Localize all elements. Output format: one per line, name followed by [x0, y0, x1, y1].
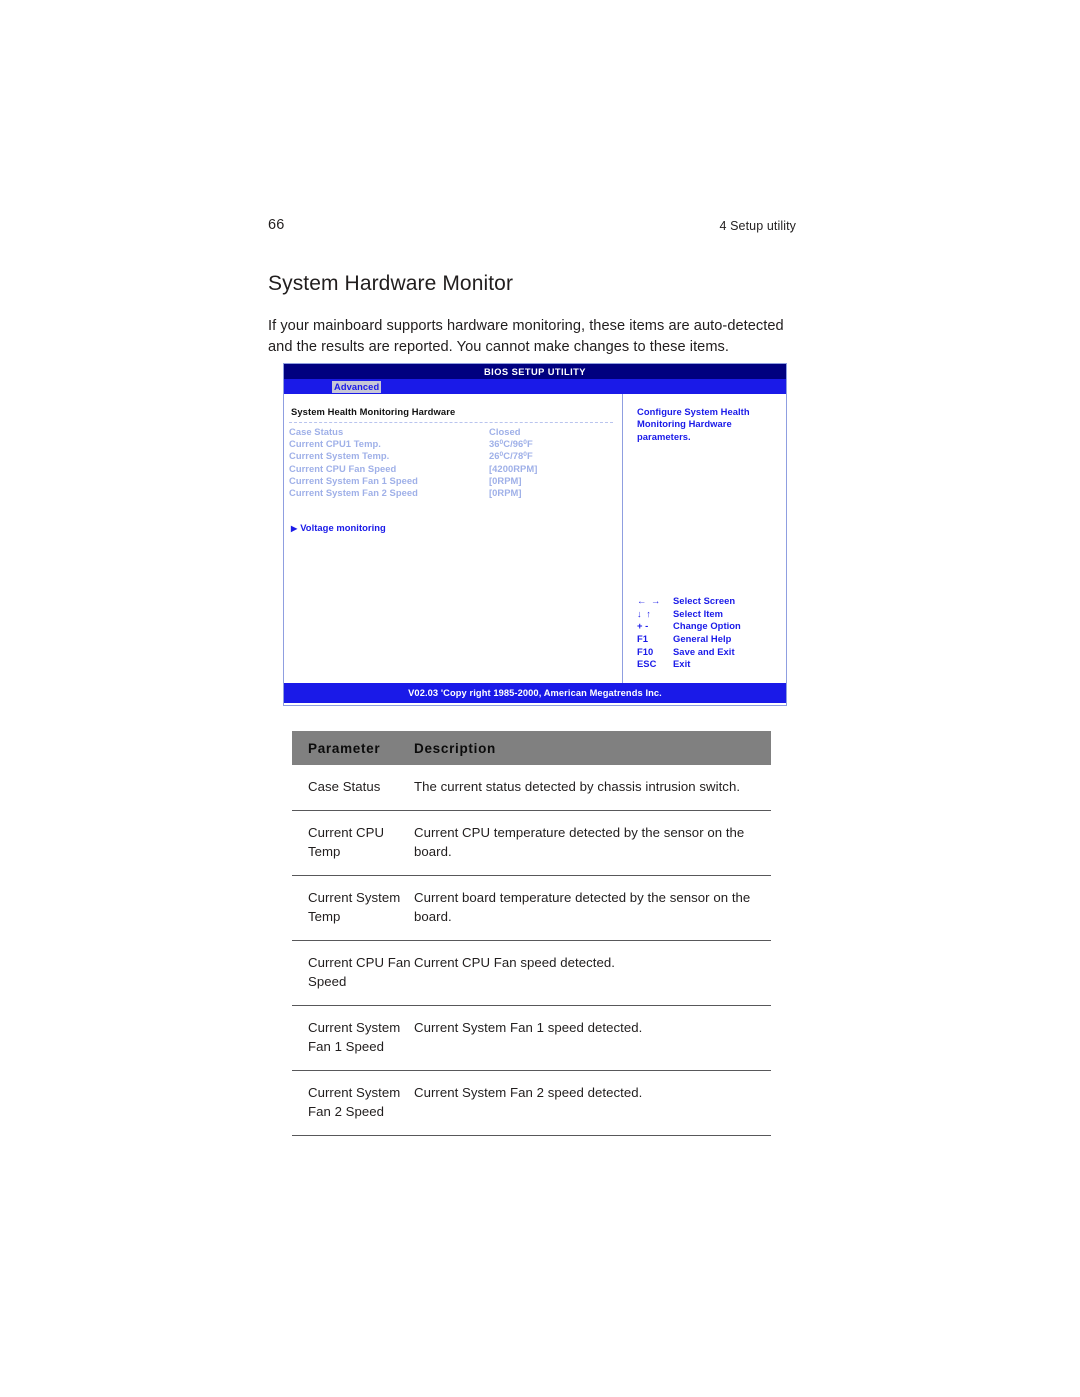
- list-item: Case Status Closed: [289, 426, 622, 438]
- bios-section-heading: System Health Monitoring Hardware: [291, 406, 456, 417]
- table-row: Current CPU Temp Current CPU temperature…: [292, 811, 771, 876]
- bios-item-label: Current System Fan 1 Speed: [289, 474, 418, 486]
- cell-description: Current board temperature detected by th…: [414, 890, 751, 924]
- key-legend-row: F10 Save and Exit: [637, 646, 741, 659]
- cell-parameter: Case Status: [308, 779, 381, 794]
- bios-title: BIOS SETUP UTILITY: [484, 366, 586, 377]
- list-item: Current CPU Fan Speed [4200RPM]: [289, 463, 622, 475]
- bios-item-value: 360C/960F: [489, 438, 533, 450]
- bios-main-pane: System Health Monitoring Hardware Case S…: [284, 394, 622, 683]
- key-legend-action: Save and Exit: [673, 645, 735, 657]
- key-legend-row: ESC Exit: [637, 658, 741, 671]
- bios-help-text: Configure System Health Monitoring Hardw…: [637, 406, 750, 442]
- list-item: Current CPU1 Temp. 360C/960F: [289, 438, 622, 450]
- page-number: 66: [268, 217, 285, 233]
- page-header: 66 4 Setup utility: [268, 217, 796, 237]
- table-row: Current System Fan 2 Speed Current Syste…: [292, 1071, 771, 1136]
- table-row: Current CPU Fan Speed Current CPU Fan sp…: [292, 941, 771, 1006]
- bios-item-value: [0RPM]: [489, 474, 522, 486]
- triangle-right-icon: ▶: [291, 524, 298, 534]
- bios-item-label: Current System Temp.: [289, 450, 390, 462]
- key-legend-row: F1 General Help: [637, 633, 741, 646]
- bios-item-label: Current System Fan 2 Speed: [289, 486, 418, 498]
- table-row: Current System Fan 1 Speed Current Syste…: [292, 1006, 771, 1071]
- list-item: Current System Fan 2 Speed [0RPM]: [289, 487, 622, 499]
- bios-key-legend: ← → Select Screen ↓ ↑ Select Item + - Ch…: [637, 595, 741, 671]
- list-item: Current System Fan 1 Speed [0RPM]: [289, 475, 622, 487]
- arrow-left-right-icon: ← →: [637, 595, 662, 606]
- cell-description: The current status detected by chassis i…: [414, 779, 741, 794]
- cell-description: Current System Fan 1 speed detected.: [414, 1020, 643, 1035]
- cell-parameter: Current System Temp: [308, 890, 401, 924]
- key-legend-keys: F10: [637, 645, 654, 657]
- table-row: Case Status The current status detected …: [292, 765, 771, 811]
- key-legend-row: + - Change Option: [637, 620, 741, 633]
- bios-submenu-voltage-monitoring[interactable]: ▶ Voltage monitoring: [288, 522, 622, 533]
- key-legend-action: General Help: [673, 633, 732, 645]
- cell-description: Current CPU temperature detected by the …: [414, 825, 745, 859]
- bios-menubar[interactable]: Advanced: [284, 379, 786, 394]
- tab-advanced[interactable]: Advanced: [332, 380, 382, 393]
- bios-item-label: Case Status: [289, 426, 344, 437]
- cell-description: Current System Fan 2 speed detected.: [414, 1085, 643, 1100]
- table-header-row: Parameter Description: [292, 731, 771, 765]
- cell-parameter: Current System Fan 2 Speed: [308, 1085, 401, 1119]
- cell-description: Current CPU Fan speed detected.: [414, 955, 615, 970]
- column-header-description: Description: [414, 740, 496, 756]
- bios-titlebar: BIOS SETUP UTILITY: [284, 364, 786, 379]
- bios-item-label: Current CPU Fan Speed: [289, 462, 397, 474]
- running-head: 4 Setup utility: [719, 219, 796, 233]
- bios-item-value: [4200RPM]: [489, 462, 538, 474]
- bios-footer: V02.03 'Copy right 1985-2000, American M…: [284, 683, 786, 703]
- cell-parameter: Current System Fan 1 Speed: [308, 1020, 401, 1054]
- bios-item-list: Case Status Closed Current CPU1 Temp. 36…: [288, 426, 622, 499]
- key-legend-keys: ESC: [637, 658, 657, 670]
- cell-parameter: Current CPU Temp: [308, 825, 385, 859]
- bios-item-value: Closed: [489, 426, 521, 437]
- intro-paragraph: If your mainboard supports hardware moni…: [268, 317, 784, 356]
- key-legend-keys: + -: [637, 620, 649, 632]
- key-legend-keys: F1: [637, 633, 649, 645]
- key-legend-action: Change Option: [673, 620, 741, 632]
- parameter-description-table: Parameter Description Case Status The cu…: [292, 731, 771, 1136]
- bios-body: System Health Monitoring Hardware Case S…: [284, 394, 786, 683]
- bios-item-value: [0RPM]: [489, 486, 522, 498]
- key-legend-row: ← → Select Screen: [637, 595, 741, 608]
- cell-parameter: Current CPU Fan Speed: [308, 955, 411, 989]
- key-legend-action: Select Item: [673, 607, 724, 619]
- bios-item-value: 260C/780F: [489, 450, 533, 462]
- bios-item-label: Current CPU1 Temp.: [289, 438, 381, 450]
- list-item: Current System Temp. 260C/780F: [289, 450, 622, 462]
- bios-footer-text: V02.03 'Copy right 1985-2000, American M…: [408, 688, 662, 698]
- divider: [289, 422, 613, 423]
- column-header-parameter: Parameter: [308, 740, 381, 756]
- arrow-up-down-icon: ↓ ↑: [637, 607, 652, 619]
- bios-submenu-label: Voltage monitoring: [300, 522, 386, 534]
- table-row: Current System Temp Current board temper…: [292, 876, 771, 941]
- key-legend-action: Select Screen: [673, 595, 736, 606]
- bios-setup-window: BIOS SETUP UTILITY Advanced System Healt…: [283, 363, 787, 706]
- key-legend-row: ↓ ↑ Select Item: [637, 608, 741, 621]
- key-legend-action: Exit: [673, 658, 691, 670]
- page-title: System Hardware Monitor: [268, 272, 514, 296]
- bios-help-pane: Configure System Health Monitoring Hardw…: [623, 394, 786, 683]
